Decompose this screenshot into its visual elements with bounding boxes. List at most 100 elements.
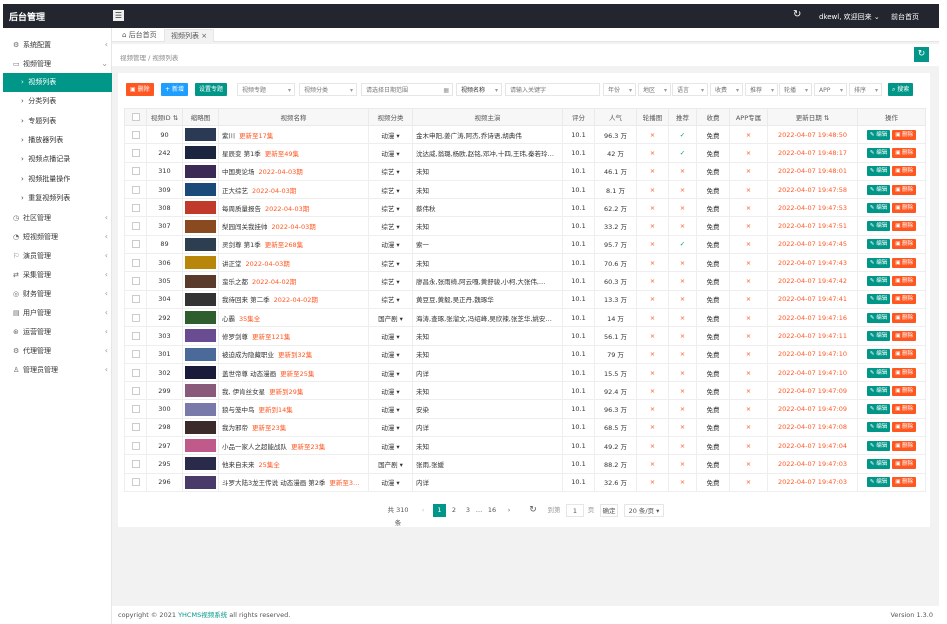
recommend-cell[interactable]: ×	[668, 436, 697, 456]
row-checkbox-cell[interactable]	[124, 143, 147, 163]
row-checkbox[interactable]	[131, 386, 140, 395]
app-exclusive-cell[interactable]: ×	[729, 198, 768, 218]
recommend-cell[interactable]: ×	[668, 271, 697, 291]
edit-button[interactable]: ✎ 编辑	[866, 385, 891, 396]
row-checkbox[interactable]	[131, 459, 140, 468]
sidebar-subitem-0[interactable]: › 视频列表	[3, 73, 112, 92]
row-checkbox-cell[interactable]	[124, 271, 147, 291]
row-checkbox-cell[interactable]	[124, 326, 147, 346]
tab-video-list[interactable]: 视频列表 ×	[164, 29, 215, 42]
carousel-cell[interactable]: ×	[636, 307, 669, 328]
column-header-12[interactable]: 更新日期 ⇅	[767, 108, 858, 126]
recommend-cell[interactable]: ×	[668, 198, 697, 218]
sidebar-item-video[interactable]: ▭ 视频管理 ⌄	[3, 55, 112, 73]
video-name[interactable]: 斗罗大陆3龙王传说 动态漫画 第2季	[222, 479, 325, 487]
app-exclusive-cell[interactable]: ×	[729, 289, 768, 309]
filter-select-0[interactable]: 视频专题 ▾	[237, 83, 295, 96]
row-checkbox-cell[interactable]	[124, 179, 147, 200]
video-name[interactable]: 正大综艺	[222, 187, 248, 195]
delete-row-button[interactable]: ▣ 删除	[892, 385, 917, 396]
tab-home[interactable]: ⌂ 后台首页	[116, 29, 163, 42]
delete-row-button[interactable]: ▣ 删除	[892, 404, 917, 415]
recommend-cell[interactable]: ×	[668, 216, 697, 236]
row-checkbox-cell[interactable]	[124, 289, 147, 309]
category-cell[interactable]: 动漫 ▾	[368, 381, 413, 401]
thumbnail-image[interactable]	[185, 164, 216, 178]
category-cell[interactable]: 综艺 ▾	[368, 253, 413, 273]
filter-select-1[interactable]: 视频分类 ▾	[299, 83, 357, 96]
carousel-cell[interactable]: ×	[636, 271, 669, 291]
delete-row-button[interactable]: ▣ 删除	[892, 458, 917, 469]
app-exclusive-cell[interactable]: ×	[729, 253, 768, 273]
row-checkbox[interactable]	[131, 258, 140, 267]
recommend-cell[interactable]: ×	[668, 454, 697, 474]
recommend-cell[interactable]: ×	[668, 179, 697, 200]
recommend-cell[interactable]: ×	[668, 399, 697, 419]
edit-button[interactable]: ✎ 编辑	[866, 239, 891, 250]
delete-row-button[interactable]: ▣ 删除	[892, 129, 917, 140]
filter-select-12[interactable]: 排序 ▾	[849, 83, 882, 96]
app-exclusive-cell[interactable]: ×	[729, 143, 768, 163]
recommend-cell[interactable]: ×	[668, 417, 697, 438]
app-exclusive-cell[interactable]: ×	[729, 472, 768, 492]
category-cell[interactable]: 动漫 ▾	[368, 362, 413, 383]
category-cell[interactable]: 动漫 ▾	[368, 326, 413, 346]
filter-select-3[interactable]: 视频名称 ▾	[456, 83, 502, 96]
category-cell[interactable]: 国产剧 ▾	[368, 307, 413, 328]
filter-select-6[interactable]: 地区 ▾	[638, 83, 671, 96]
row-checkbox[interactable]	[131, 331, 140, 340]
sidebar-item-5[interactable]: ▤ 用户管理 ‹	[3, 304, 112, 322]
thumbnail-image[interactable]	[185, 201, 216, 215]
carousel-cell[interactable]: ×	[636, 472, 669, 492]
refresh-icon[interactable]: ↻	[914, 47, 929, 62]
app-exclusive-cell[interactable]: ×	[729, 399, 768, 419]
video-name[interactable]: 狼与笼中鸟	[222, 406, 255, 414]
breadcrumb-item[interactable]: 视频管理	[120, 54, 146, 62]
category-cell[interactable]: 动漫 ▾	[368, 472, 413, 492]
category-cell[interactable]: 综艺 ▾	[368, 161, 413, 181]
sidebar-subitem-2[interactable]: › 专题列表	[3, 112, 112, 131]
app-exclusive-cell[interactable]: ×	[729, 344, 768, 364]
recommend-cell[interactable]: ×	[668, 344, 697, 364]
sidebar-item-8[interactable]: ♙ 管理员管理 ‹	[3, 361, 112, 379]
delete-row-button[interactable]: ▣ 删除	[892, 477, 917, 488]
row-checkbox-cell[interactable]	[124, 472, 147, 492]
edit-button[interactable]: ✎ 编辑	[866, 458, 891, 469]
delete-row-button[interactable]: ▣ 删除	[892, 422, 917, 433]
app-exclusive-cell[interactable]: ×	[729, 417, 768, 438]
category-cell[interactable]: 综艺 ▾	[368, 271, 413, 291]
edit-button[interactable]: ✎ 编辑	[866, 312, 891, 323]
delete-button[interactable]: ▣ 删除	[126, 83, 154, 96]
category-cell[interactable]: 综艺 ▾	[368, 179, 413, 200]
next-page-button[interactable]: ›	[504, 504, 514, 517]
add-button[interactable]: + 新增	[161, 83, 188, 96]
carousel-cell[interactable]: ×	[636, 289, 669, 309]
video-name[interactable]: 我待回来 第二季	[222, 296, 270, 304]
edit-button[interactable]: ✎ 编辑	[866, 440, 891, 451]
filter-select-9[interactable]: 推荐 ▾	[745, 83, 778, 96]
video-name[interactable]: 小品一家人之超能战队	[222, 443, 287, 451]
recommend-cell[interactable]: ×	[668, 161, 697, 181]
carousel-cell[interactable]: ×	[636, 234, 669, 255]
row-checkbox[interactable]	[131, 148, 140, 157]
page-1-button[interactable]: 1	[433, 504, 446, 517]
category-cell[interactable]: 动漫 ▾	[368, 399, 413, 419]
search-button[interactable]: ⌕ 搜索	[888, 83, 914, 96]
filter-date-2[interactable]: 请选择日期范围 ▦	[361, 83, 453, 96]
delete-row-button[interactable]: ▣ 删除	[892, 276, 917, 287]
carousel-cell[interactable]: ×	[636, 179, 669, 200]
row-checkbox[interactable]	[131, 277, 140, 286]
row-checkbox-cell[interactable]	[124, 124, 147, 145]
row-checkbox-cell[interactable]	[124, 362, 147, 383]
edit-button[interactable]: ✎ 编辑	[866, 367, 891, 378]
row-checkbox[interactable]	[131, 185, 140, 194]
brand-link[interactable]: YHCMS视频系统	[178, 611, 227, 619]
delete-row-button[interactable]: ▣ 删除	[892, 367, 917, 378]
row-checkbox-cell[interactable]	[124, 399, 147, 419]
row-checkbox-cell[interactable]	[124, 344, 147, 364]
recommend-cell[interactable]: ✓	[668, 234, 697, 255]
refresh-icon[interactable]: ↻	[528, 504, 538, 517]
row-checkbox[interactable]	[131, 222, 140, 231]
row-checkbox[interactable]	[131, 405, 140, 414]
sidebar-subitem-5[interactable]: › 视频批量操作	[3, 170, 112, 189]
